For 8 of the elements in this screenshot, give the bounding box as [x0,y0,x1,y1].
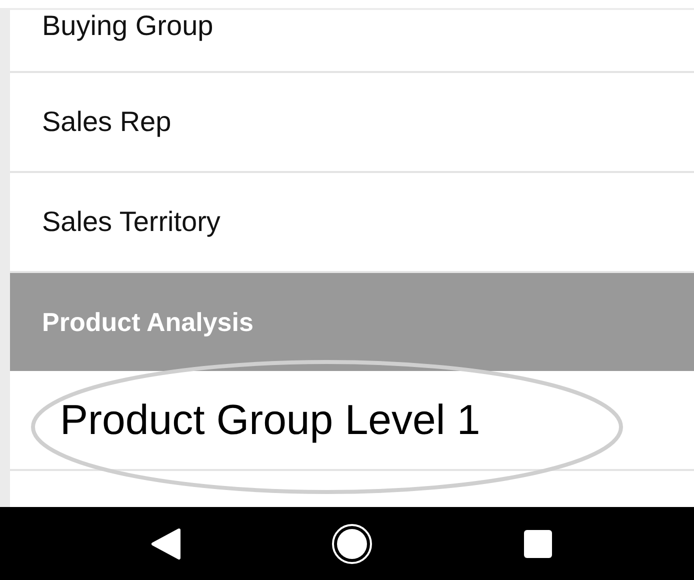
back-icon[interactable] [151,528,181,560]
square-icon[interactable] [523,528,553,558]
menu-item-label[interactable]: Sales Rep [42,106,172,138]
home-icon[interactable] [331,522,373,564]
menu-item-label[interactable]: Product Group Level 1 [42,396,480,444]
section-title: Product Analysis [42,307,254,337]
menu-item-label[interactable]: Sales Territory [42,206,220,238]
menu-item-label[interactable]: Buying Group [42,10,214,42]
